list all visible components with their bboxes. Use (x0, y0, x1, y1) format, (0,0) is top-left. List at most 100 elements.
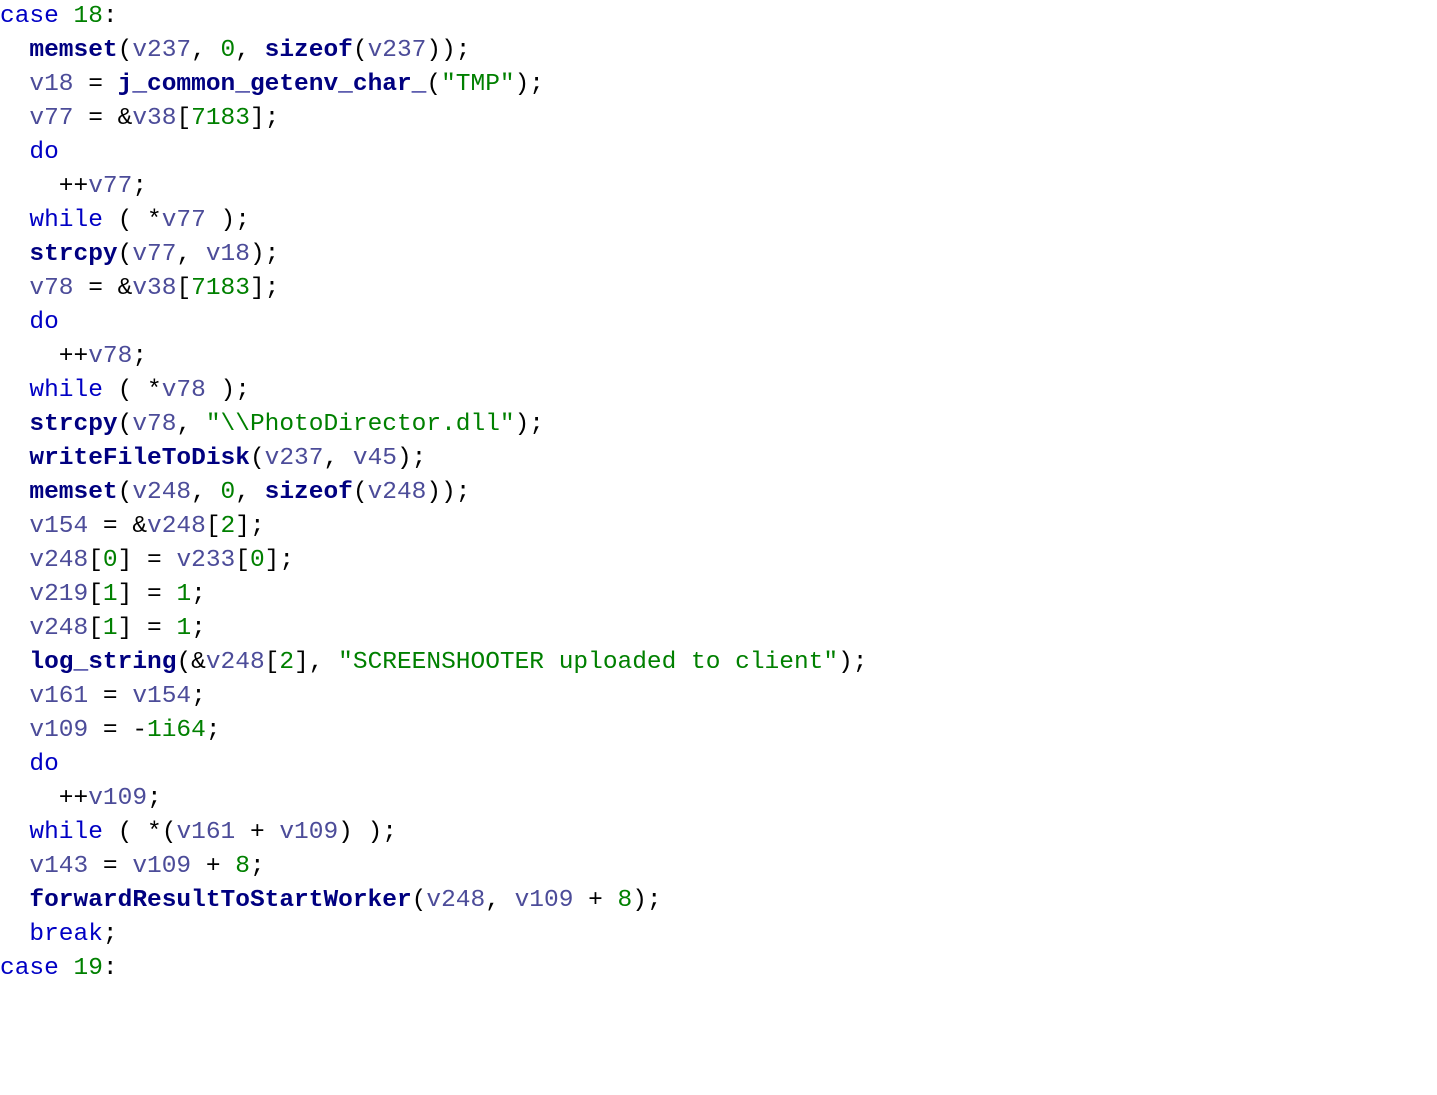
token-num: 0 (250, 547, 265, 574)
token-v: v109 (132, 853, 191, 880)
token-v: v45 (353, 445, 397, 472)
token-p (0, 615, 29, 642)
token-v: v143 (29, 853, 88, 880)
code-line: strcpy(v78, "\\PhotoDirector.dll"); (0, 411, 544, 438)
token-v: v161 (29, 683, 88, 710)
code-line: v248[1] = 1; (0, 615, 206, 642)
token-fn: forwardResultToStartWorker (29, 887, 411, 914)
token-v: v78 (132, 411, 176, 438)
token-num: 18 (74, 3, 103, 30)
token-p (0, 207, 29, 234)
code-line: log_string(&v248[2], "SCREENSHOOTER uplo… (0, 649, 867, 676)
token-p: + (235, 819, 279, 846)
code-line: ++v109; (0, 785, 162, 812)
token-v: v237 (265, 445, 324, 472)
token-p: = - (88, 717, 147, 744)
code-line: ++v78; (0, 343, 147, 370)
token-p: (& (176, 649, 205, 676)
token-v: v237 (132, 37, 191, 64)
token-fn: j_common_getenv_char_ (118, 71, 427, 98)
token-p (0, 921, 29, 948)
code-line: while ( *(v161 + v109) ); (0, 819, 397, 846)
code-line: forwardResultToStartWorker(v248, v109 + … (0, 887, 662, 914)
code-line: writeFileToDisk(v237, v45); (0, 445, 426, 472)
token-num: 1 (103, 615, 118, 642)
token-str: "\\PhotoDirector.dll" (206, 411, 515, 438)
token-p: ; (191, 581, 206, 608)
token-p: , (323, 445, 352, 472)
token-p: , (235, 37, 264, 64)
token-k: do (29, 309, 58, 336)
code-line: ++v77; (0, 173, 147, 200)
token-p: ( (412, 887, 427, 914)
token-v: v154 (132, 683, 191, 710)
token-p (0, 445, 29, 472)
token-v: v77 (132, 241, 176, 268)
token-k: while (29, 207, 103, 234)
token-p (0, 683, 29, 710)
token-num: 8 (618, 887, 633, 914)
token-p: [ (176, 275, 191, 302)
code-line: do (0, 309, 59, 336)
token-fn: strcpy (29, 411, 117, 438)
token-p: ; (191, 615, 206, 642)
token-v: v78 (88, 343, 132, 370)
token-k: break (29, 921, 103, 948)
token-p (59, 955, 74, 982)
code-line: do (0, 139, 59, 166)
token-p (0, 377, 29, 404)
token-num: 2 (221, 513, 236, 540)
token-v: v77 (88, 173, 132, 200)
token-p (0, 105, 29, 132)
code-line: case 18: (0, 3, 118, 30)
token-p: ; (132, 173, 147, 200)
token-p: [ (235, 547, 250, 574)
token-p: [ (88, 581, 103, 608)
token-p: ( (353, 479, 368, 506)
token-p (0, 717, 29, 744)
token-v: v248 (147, 513, 206, 540)
token-k: case (0, 3, 59, 30)
token-p: ++ (0, 343, 88, 370)
token-v: v109 (279, 819, 338, 846)
token-p: ); (206, 207, 250, 234)
token-num: 2 (279, 649, 294, 676)
token-v: v77 (29, 105, 73, 132)
token-v: v248 (206, 649, 265, 676)
token-p: ); (206, 377, 250, 404)
token-p: ( (118, 479, 133, 506)
token-p: + (191, 853, 235, 880)
token-fn: writeFileToDisk (29, 445, 250, 472)
token-fn: memset (29, 479, 117, 506)
token-p: = (88, 683, 132, 710)
token-num: 0 (103, 547, 118, 574)
token-p: [ (88, 615, 103, 642)
decompiled-code-block: case 18: memset(v237, 0, sizeof(v237)); … (0, 0, 1437, 986)
token-p: , (191, 479, 220, 506)
token-v: v248 (29, 615, 88, 642)
token-p: = & (74, 275, 133, 302)
token-p (0, 411, 29, 438)
token-p (0, 309, 29, 336)
token-p: ( (250, 445, 265, 472)
token-p: ( *( (103, 819, 177, 846)
token-num: 0 (221, 37, 236, 64)
token-p (0, 275, 29, 302)
token-num: 8 (235, 853, 250, 880)
token-p: )); (426, 37, 470, 64)
token-p: ], (294, 649, 338, 676)
token-v: v109 (88, 785, 147, 812)
token-p: : (103, 3, 118, 30)
code-line: v109 = -1i64; (0, 717, 221, 744)
token-p: = (74, 71, 118, 98)
token-p (0, 37, 29, 64)
token-v: v233 (176, 547, 235, 574)
token-p: [ (206, 513, 221, 540)
token-p: ; (250, 853, 265, 880)
token-p: ]; (250, 105, 279, 132)
token-fn: log_string (29, 649, 176, 676)
token-p: ++ (0, 173, 88, 200)
token-num: 7183 (191, 105, 250, 132)
token-v: v219 (29, 581, 88, 608)
token-v: v78 (162, 377, 206, 404)
